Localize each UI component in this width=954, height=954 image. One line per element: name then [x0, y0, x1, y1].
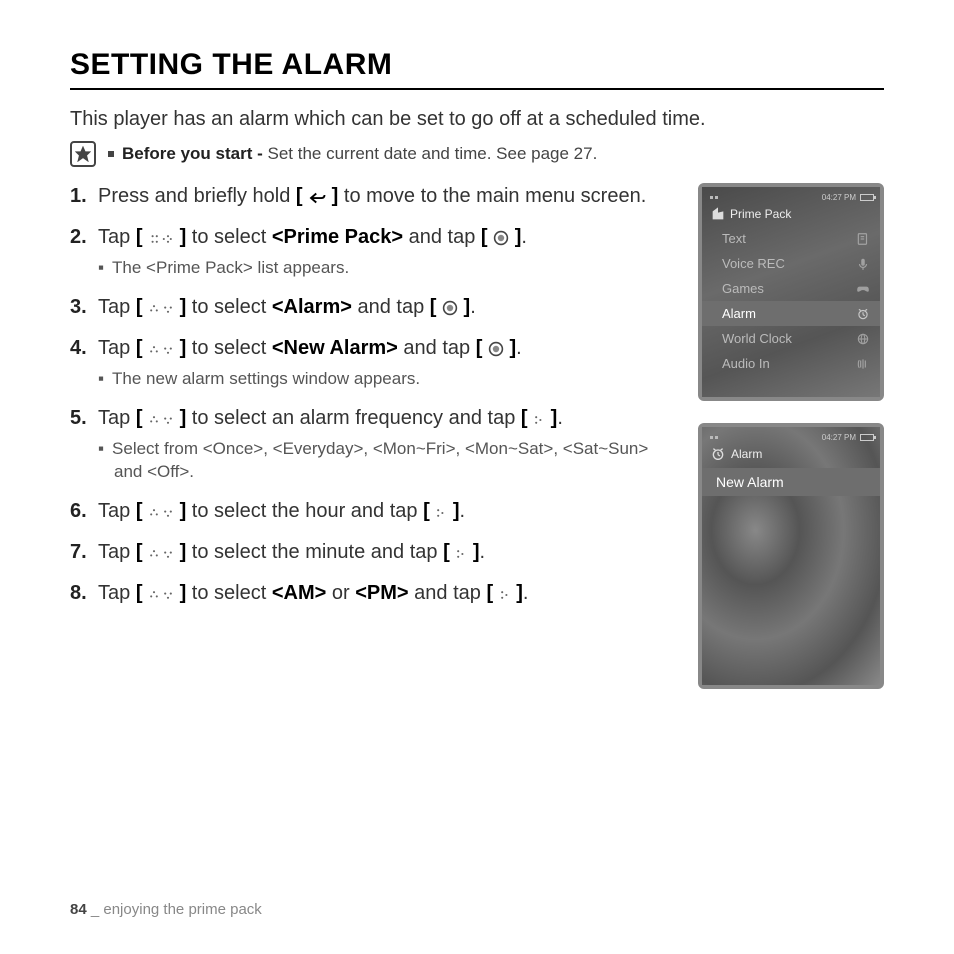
step-4-sub: The new alarm settings window appears.	[98, 368, 674, 391]
page-footer: 84 _ enjoying the prime pack	[70, 901, 262, 918]
step-3: Tap [ ] to select <Alarm> and tap [ ].	[70, 294, 674, 321]
new-alarm-row: New Alarm	[702, 468, 880, 496]
step-5-sub: Select from <Once>, <Everyday>, <Mon~Fri…	[98, 438, 674, 484]
star-icon	[70, 141, 96, 167]
alarm-clock-icon	[856, 307, 870, 321]
right-icon	[455, 547, 467, 561]
text-icon	[856, 232, 870, 246]
step-4: Tap [ ] to select <New Alarm> and tap [ …	[70, 335, 674, 391]
step-1: Press and briefly hold [ ] to move to th…	[70, 183, 674, 210]
up-down-icon	[148, 547, 174, 561]
screen-title: Prime Pack	[730, 207, 791, 221]
up-down-icon	[148, 506, 174, 520]
back-icon	[308, 191, 326, 205]
status-time: 04:27 PM	[822, 193, 856, 202]
battery-icon	[860, 434, 874, 441]
right-icon	[533, 413, 545, 427]
prime-pack-icon	[710, 206, 726, 222]
status-time: 04:27 PM	[822, 433, 856, 442]
status-bar: 04:27 PM	[702, 193, 880, 206]
step-2-sub: The <Prime Pack> list appears.	[98, 257, 674, 280]
gamepad-icon	[856, 282, 870, 296]
right-icon	[499, 588, 511, 602]
alarm-title: Alarm	[731, 447, 762, 461]
mic-icon	[856, 257, 870, 271]
up-down-icon	[148, 302, 174, 316]
select-circle-icon	[488, 341, 504, 357]
menu-item-alarm: Alarm	[702, 301, 880, 326]
right-icon	[435, 506, 447, 520]
note-text: Before you start - Set the current date …	[108, 144, 597, 164]
menu-list: Text Voice REC Games Alarm	[702, 226, 880, 376]
device-screenshot-prime-pack: 04:27 PM Prime Pack Text	[698, 183, 884, 401]
menu-item-voice-rec: Voice REC	[702, 251, 880, 276]
up-down-icon	[148, 343, 174, 357]
step-7: Tap [ ] to select the minute and tap [ ]…	[70, 539, 674, 566]
select-circle-icon	[442, 300, 458, 316]
menu-item-audio-in: Audio In	[702, 351, 880, 376]
step-6: Tap [ ] to select the hour and tap [ ].	[70, 498, 674, 525]
step-5: Tap [ ] to select an alarm frequency and…	[70, 405, 674, 484]
step-8: Tap [ ] to select <AM> or <PM> and tap […	[70, 580, 674, 607]
menu-item-games: Games	[702, 276, 880, 301]
device-screenshot-alarm: 04:27 PM Alarm New Alarm	[698, 423, 884, 689]
up-down-icon	[148, 413, 174, 427]
alarm-clock-icon	[710, 446, 726, 462]
page-title: SETTING THE ALARM	[70, 48, 884, 90]
battery-icon	[860, 194, 874, 201]
note-row: Before you start - Set the current date …	[70, 141, 884, 167]
globe-icon	[856, 332, 870, 346]
up-down-icon	[148, 588, 174, 602]
select-circle-icon	[493, 230, 509, 246]
step-2: Tap [ ] to select <Prime Pack> and tap […	[70, 224, 674, 280]
menu-item-text: Text	[702, 226, 880, 251]
intro-text: This player has an alarm which can be se…	[70, 108, 884, 131]
status-bar: 04:27 PM	[702, 433, 880, 446]
audio-in-icon	[856, 357, 870, 371]
four-way-icon	[148, 232, 174, 246]
menu-item-world-clock: World Clock	[702, 326, 880, 351]
